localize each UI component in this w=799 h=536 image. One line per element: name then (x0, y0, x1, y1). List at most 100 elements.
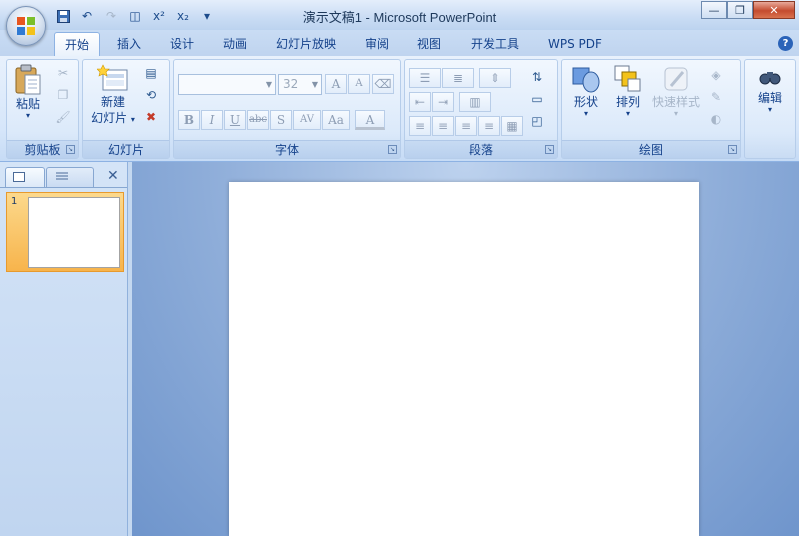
smartart-icon[interactable]: ◰ (527, 112, 547, 130)
tab-slideshow[interactable]: 幻灯片放映 (266, 32, 346, 56)
align-right-icon[interactable]: ≡ (455, 116, 477, 136)
close-pane-icon[interactable]: ✕ (107, 168, 119, 184)
paste-icon (15, 64, 41, 95)
editing-label: 编辑 (757, 91, 782, 105)
shapes-label: 形状 (573, 95, 598, 109)
arrange-button[interactable]: 排列 ▾ (608, 64, 648, 118)
slide-editing-area (132, 162, 799, 536)
shape-fill-icon[interactable]: ◈ (706, 66, 726, 84)
paragraph-row-2: ⇤ ⇥ ▥ (409, 92, 491, 112)
paste-arrow-icon: ▾ (25, 111, 30, 120)
char-spacing-icon[interactable]: AV (293, 110, 321, 130)
help-icon[interactable]: ? (778, 36, 793, 51)
font-size-combo[interactable]: 32 ▼ (278, 74, 322, 95)
minimize-button[interactable]: — (701, 1, 727, 19)
italic-icon[interactable]: I (201, 110, 223, 130)
slide-thumbnail[interactable] (28, 197, 120, 268)
drawing-launcher-icon[interactable]: ↘ (728, 145, 737, 154)
slide-canvas[interactable] (229, 182, 699, 536)
tab-view[interactable]: 视图 (407, 32, 451, 56)
grow-font-icon[interactable]: A (325, 74, 347, 94)
layout-icon[interactable]: ▤ (141, 64, 161, 82)
bold-icon[interactable]: B (178, 110, 200, 130)
slides-group: 新建 幻灯片 ▾ ▤ ⟲ ✖ 幻灯片 (82, 59, 170, 159)
cut-icon[interactable]: ✂ (53, 64, 73, 82)
quick-styles-icon (664, 67, 688, 91)
font-color-icon[interactable]: A (355, 110, 385, 130)
outline-icon (56, 172, 68, 180)
window-title: 演示文稿1 - Microsoft PowerPoint (302, 10, 497, 25)
arrange-icon (614, 65, 641, 92)
columns-icon[interactable]: ▥ (459, 92, 491, 112)
font-size-dropdown-icon: ▼ (311, 80, 319, 89)
shapes-icon (572, 67, 600, 93)
new-slide-label-line1: 新建 (100, 95, 125, 109)
strikethrough-icon[interactable]: abc (247, 110, 269, 130)
close-button[interactable]: ✕ (753, 1, 795, 19)
underline-icon[interactable]: U (224, 110, 246, 130)
paragraph-row-3: ≡ ≡ ≡ ≡ ▦ (409, 116, 523, 136)
bullets-icon[interactable]: ☰ (409, 68, 441, 88)
paragraph-group-label: 段落 (405, 140, 557, 158)
paragraph-group: ☰ ≣ ⇕ ⇅ ⇤ ⇥ ▥ ▭ ≡ ≡ ≡ ≡ ▦ ◰ 段落 ↘ (404, 59, 558, 159)
ribbon: 粘贴 ▾ ✂ ❐ 🖌 剪贴板 ↘ 新建 幻灯片 ▾ ▤ ⟲ ✖ 幻灯片 ▼ 32… (0, 56, 799, 162)
shapes-button[interactable]: 形状 ▾ (566, 64, 606, 118)
decrease-indent-icon[interactable]: ⇤ (409, 92, 431, 112)
align-center-icon[interactable]: ≡ (432, 116, 454, 136)
window-controls: — ❐ ✕ (701, 1, 795, 19)
office-logo-icon (17, 17, 35, 35)
delete-slide-icon[interactable]: ✖ (141, 108, 161, 126)
restore-button[interactable]: ❐ (727, 1, 753, 19)
line-spacing-icon[interactable]: ⇕ (479, 68, 511, 88)
numbering-icon[interactable]: ≣ (442, 68, 474, 88)
format-painter-icon[interactable]: 🖌 (53, 108, 73, 126)
shrink-font-icon[interactable]: A (348, 74, 370, 94)
slide-thumb-icon (13, 172, 25, 182)
tab-animation[interactable]: 动画 (213, 32, 257, 56)
font-group: ▼ 32 ▼ A A ⌫ B I U abc S AV Aa A 字体 ↘ (173, 59, 401, 159)
shape-effects-icon[interactable]: ◐ (706, 110, 726, 128)
font-group-label: 字体 (174, 140, 400, 158)
quick-styles-label: 快速样式 (651, 95, 700, 109)
tab-developer[interactable]: 开发工具 (461, 32, 529, 56)
paste-label: 粘贴 (15, 97, 40, 111)
slides-group-label: 幻灯片 (83, 140, 169, 158)
copy-icon[interactable]: ❐ (53, 86, 73, 104)
drawing-group: 形状 ▾ 排列 ▾ 快速样式 ▾ ◈ ✎ ◐ 绘图 ↘ (561, 59, 741, 159)
clear-format-icon[interactable]: ⌫ (372, 74, 394, 94)
tab-design[interactable]: 设计 (160, 32, 204, 56)
increase-indent-icon[interactable]: ⇥ (432, 92, 454, 112)
align-left-icon[interactable]: ≡ (409, 116, 431, 136)
paragraph-launcher-icon[interactable]: ↘ (545, 145, 554, 154)
clipboard-group: 粘贴 ▾ ✂ ❐ 🖌 剪贴板 ↘ (6, 59, 79, 159)
distribute-icon[interactable]: ▦ (501, 116, 523, 136)
align-text-icon[interactable]: ▭ (527, 90, 547, 108)
font-launcher-icon[interactable]: ↘ (388, 145, 397, 154)
paragraph-row-1: ☰ ≣ ⇕ (409, 68, 511, 88)
binoculars-icon (759, 72, 781, 85)
office-button[interactable] (6, 6, 46, 46)
change-case-icon[interactable]: Aa (322, 110, 350, 130)
editing-button[interactable]: 编辑 ▾ (747, 64, 793, 114)
new-slide-button[interactable]: 新建 幻灯片 ▾ (87, 64, 139, 128)
reset-icon[interactable]: ⟲ (141, 86, 161, 104)
text-shadow-icon[interactable]: S (270, 110, 292, 130)
slides-pane: ✕ 1 (0, 162, 128, 536)
font-name-combo[interactable]: ▼ (178, 74, 276, 95)
tab-home[interactable]: 开始 (54, 32, 101, 56)
tab-review[interactable]: 审阅 (355, 32, 399, 56)
paste-button[interactable]: 粘贴 ▾ (11, 64, 45, 120)
tab-slides-thumbnails[interactable] (5, 167, 45, 187)
slide-thumbnail-row[interactable]: 1 (6, 192, 124, 272)
text-direction-icon[interactable]: ⇅ (527, 68, 547, 86)
tab-wps-pdf[interactable]: WPS PDF (538, 32, 612, 56)
justify-icon[interactable]: ≡ (478, 116, 500, 136)
drawing-group-label: 绘图 (562, 140, 740, 158)
tab-insert[interactable]: 插入 (107, 32, 151, 56)
clipboard-launcher-icon[interactable]: ↘ (66, 145, 75, 154)
shape-outline-icon[interactable]: ✎ (706, 88, 726, 106)
tab-outline[interactable] (46, 167, 94, 187)
quick-styles-button[interactable]: 快速样式 ▾ (650, 64, 702, 118)
title-bar: ↶ ↷ ◫ x² x₂ ▾ 演示文稿1 - Microsoft PowerPoi… (0, 0, 799, 30)
slide-number: 1 (11, 196, 18, 207)
